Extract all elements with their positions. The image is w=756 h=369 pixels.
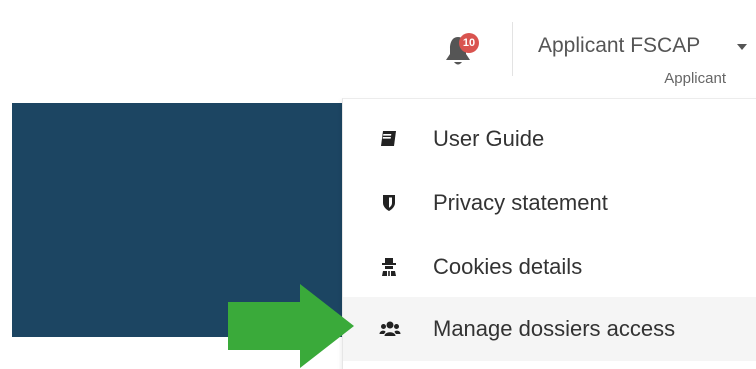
page: 10 Applicant FSCAP Applicant User Guide (0, 0, 756, 369)
top-bar: 10 Applicant FSCAP Applicant (0, 0, 756, 97)
menu-item-label: Cookies details (433, 254, 583, 279)
menu-item-label: Manage dossiers access (433, 316, 676, 341)
user-role: Applicant (664, 70, 726, 87)
menu-item-privacy-statement[interactable]: Privacy statement (343, 171, 756, 235)
menu-item-label: Privacy statement (433, 190, 608, 215)
menu-item-user-guide[interactable]: User Guide (343, 107, 756, 171)
user-menu-toggle[interactable]: Applicant FSCAP Applicant (530, 34, 756, 90)
shield-icon (383, 195, 395, 211)
arrow-right-icon (228, 284, 354, 368)
header-divider (512, 22, 513, 76)
user-name: Applicant FSCAP (538, 34, 701, 57)
menu-item-label: User Guide (433, 126, 545, 151)
user-dropdown-menu: User Guide Privacy statement Cookies det… (342, 98, 756, 369)
menu-item-manage-dossiers-access[interactable]: Manage dossiers access (343, 297, 756, 361)
menu-item-cookies-details[interactable]: Cookies details (343, 235, 756, 299)
notification-count-badge: 10 (459, 33, 479, 53)
book-icon (381, 131, 396, 146)
users-icon (379, 321, 401, 336)
user-secret-icon (382, 258, 396, 276)
chevron-down-icon (737, 44, 747, 50)
notifications-button[interactable]: 10 (444, 33, 484, 73)
